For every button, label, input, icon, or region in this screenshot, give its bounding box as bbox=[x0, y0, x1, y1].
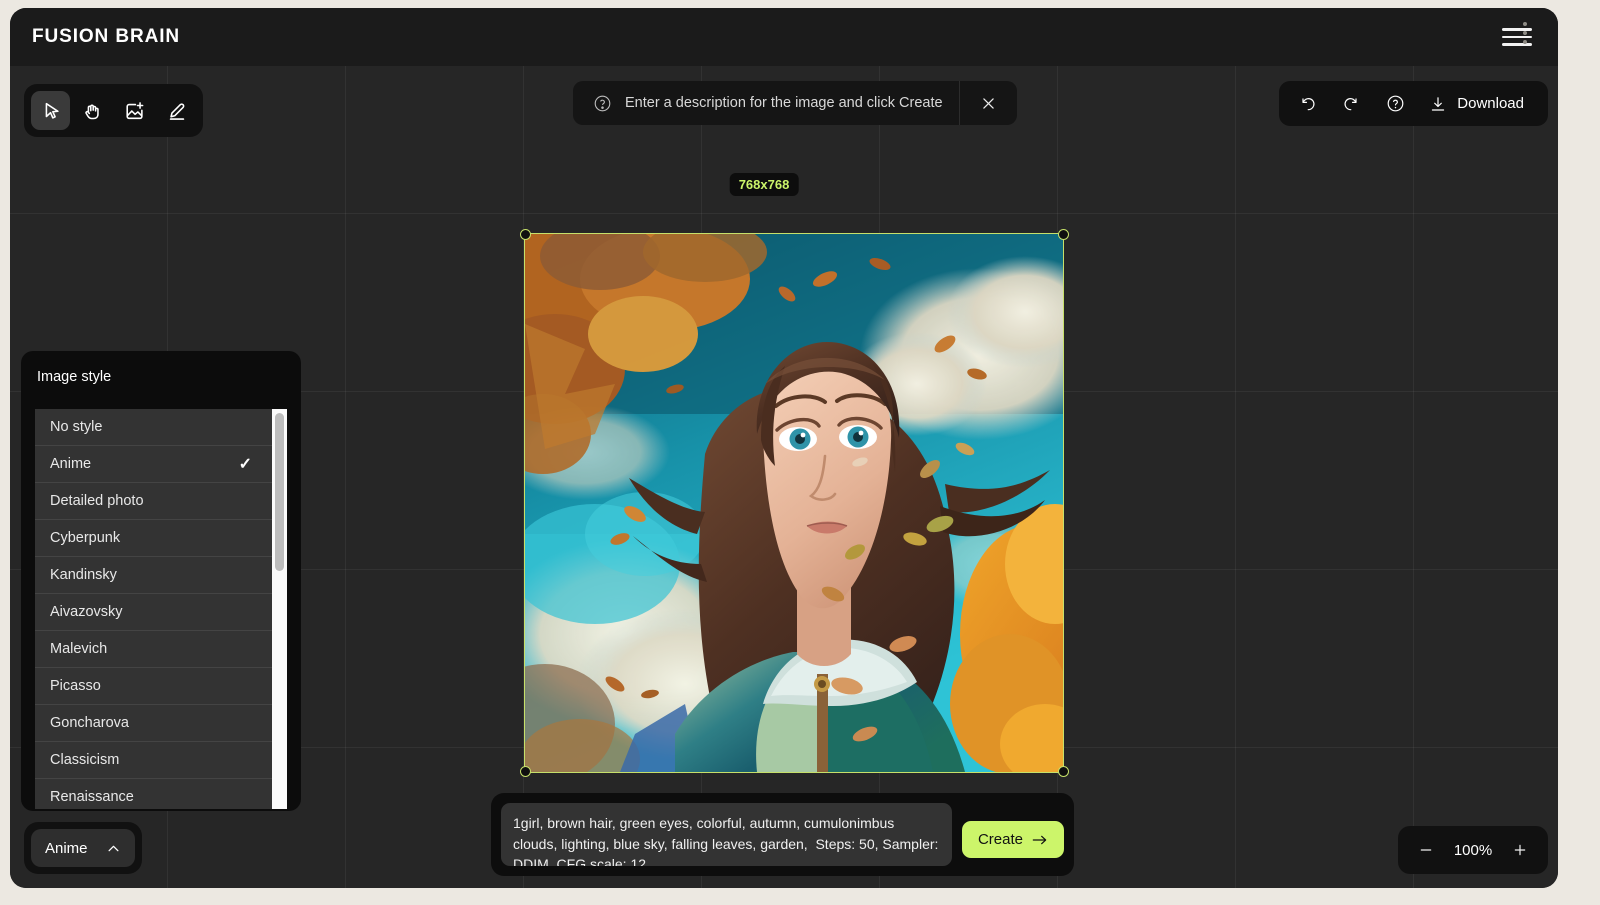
style-list[interactable]: No style Anime ✓ Detailed photo Cyberpunk Kan… bbox=[35, 409, 272, 809]
chevron-up-icon bbox=[108, 845, 119, 851]
style-item-label: Picasso bbox=[50, 678, 101, 694]
style-item-no-style[interactable]: No style bbox=[35, 409, 272, 446]
style-item-malevich[interactable]: Malevich bbox=[35, 631, 272, 668]
zoom-out-button[interactable] bbox=[1414, 838, 1438, 862]
style-item-label: Malevich bbox=[50, 641, 108, 657]
style-item-label: Classicism bbox=[50, 752, 120, 768]
actions-bar: Download bbox=[1279, 81, 1548, 126]
close-x-icon bbox=[982, 97, 994, 109]
prompt-input[interactable] bbox=[501, 803, 952, 866]
resize-handle-bottom-left[interactable] bbox=[520, 766, 531, 777]
style-item-label: Aivazovsky bbox=[50, 604, 123, 620]
style-item-label: Goncharova bbox=[50, 715, 129, 731]
style-list-container: No style Anime ✓ Detailed photo Cyberpunk Kan… bbox=[35, 409, 287, 809]
resize-handle-bottom-right[interactable] bbox=[1058, 766, 1069, 777]
style-item-picasso[interactable]: Picasso bbox=[35, 668, 272, 705]
style-item-label: Renaissance bbox=[50, 789, 134, 805]
zoom-control: 100% bbox=[1398, 826, 1548, 874]
app-window: FUSION BRAIN 768x768 Enter a description… bbox=[10, 8, 1558, 888]
add-image-tool[interactable] bbox=[115, 91, 154, 130]
image-style-panel: Image style No style Anime ✓ Detailed photo… bbox=[21, 351, 301, 811]
create-button-label: Create bbox=[977, 831, 1023, 848]
generated-image[interactable] bbox=[524, 233, 1064, 773]
undo-button[interactable] bbox=[1287, 84, 1327, 124]
download-arrow-icon bbox=[1432, 96, 1445, 111]
style-selector-button[interactable]: Anime bbox=[31, 829, 135, 867]
style-item-label: No style bbox=[50, 419, 103, 435]
redo-arrow-icon bbox=[1344, 98, 1357, 111]
size-badge: 768x768 bbox=[729, 173, 799, 196]
page-title: FUSION BRAIN bbox=[32, 26, 181, 47]
plus-icon bbox=[1514, 844, 1526, 856]
select-tool[interactable] bbox=[31, 91, 70, 130]
pan-tool[interactable] bbox=[73, 91, 112, 130]
close-hint-button[interactable] bbox=[958, 81, 1017, 125]
style-item-label: Cyberpunk bbox=[50, 530, 121, 546]
help-button[interactable] bbox=[1375, 84, 1415, 124]
style-item-renaissance[interactable]: Renaissance bbox=[35, 779, 272, 809]
style-item-classicism[interactable]: Classicism bbox=[35, 742, 272, 779]
zoom-level: 100% bbox=[1453, 841, 1493, 859]
minus-icon bbox=[1420, 849, 1432, 851]
download-button[interactable]: Download bbox=[1419, 95, 1530, 113]
arrow-right-icon bbox=[1032, 835, 1047, 844]
style-item-label: Detailed photo bbox=[50, 493, 144, 509]
style-selector-value: Anime bbox=[45, 839, 88, 857]
prompt-bar: Create bbox=[491, 793, 1074, 876]
zoom-in-button[interactable] bbox=[1508, 838, 1532, 862]
create-button[interactable]: Create bbox=[961, 821, 1064, 858]
download-label: Download bbox=[1457, 95, 1524, 112]
check-icon: ✓ bbox=[238, 456, 252, 473]
artboard-selection: 768x768 bbox=[515, 173, 1073, 777]
style-selector: Anime bbox=[24, 822, 142, 874]
artwork-canvas bbox=[525, 234, 1063, 772]
canvas-area[interactable]: 768x768 Enter a description for the imag… bbox=[10, 66, 1558, 888]
brush-tool[interactable] bbox=[157, 91, 196, 130]
question-circle-icon bbox=[594, 95, 611, 111]
hint-banner: Enter a description for the image and cl… bbox=[573, 81, 1017, 125]
undo-arrow-icon bbox=[1302, 98, 1315, 111]
style-item-aivazovsky[interactable]: Aivazovsky bbox=[35, 594, 272, 631]
window-grip-dots bbox=[1522, 22, 1528, 64]
resize-handle-top-left[interactable] bbox=[520, 229, 531, 240]
style-item-goncharova[interactable]: Goncharova bbox=[35, 705, 272, 742]
hint-content: Enter a description for the image and cl… bbox=[573, 94, 959, 113]
style-item-kandinsky[interactable]: Kandinsky bbox=[35, 557, 272, 594]
image-style-title: Image style bbox=[37, 369, 112, 385]
question-circle-icon bbox=[1387, 95, 1404, 112]
style-item-label: Anime bbox=[50, 456, 92, 472]
hint-text: Enter a description for the image and cl… bbox=[625, 95, 943, 111]
style-list-scroll-thumb[interactable] bbox=[275, 413, 284, 571]
style-item-label: Kandinsky bbox=[50, 567, 117, 583]
style-list-scrollbar[interactable] bbox=[272, 409, 287, 809]
redo-button[interactable] bbox=[1331, 84, 1371, 124]
style-item-anime[interactable]: Anime ✓ bbox=[35, 446, 272, 483]
style-item-detailed-photo[interactable]: Detailed photo bbox=[35, 483, 272, 520]
app-header: FUSION BRAIN bbox=[10, 8, 1558, 66]
tool-palette bbox=[24, 84, 203, 137]
style-item-cyberpunk[interactable]: Cyberpunk bbox=[35, 520, 272, 557]
resize-handle-top-right[interactable] bbox=[1058, 229, 1069, 240]
